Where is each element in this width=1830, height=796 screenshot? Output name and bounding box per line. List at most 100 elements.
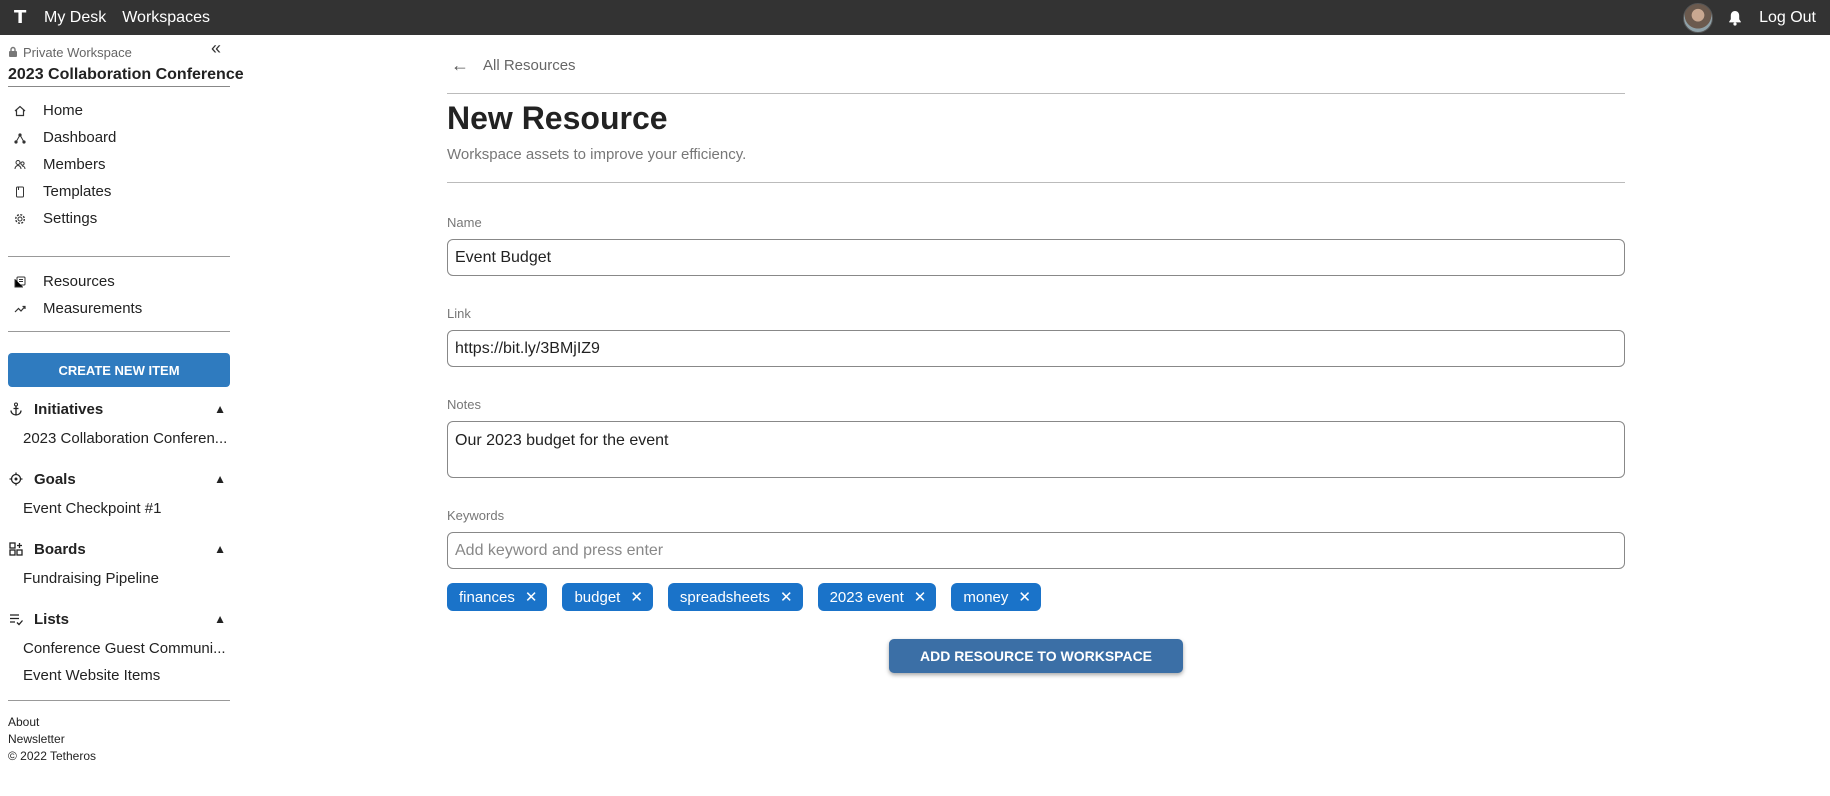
sidebar-item-label: Measurements (43, 300, 143, 317)
back-to-resources-link[interactable]: ← All Resources (447, 50, 1625, 80)
avatar[interactable] (1683, 2, 1714, 33)
link-field[interactable]: https://bit.ly/3BMjIZ9 (447, 330, 1625, 367)
chip-label: money (963, 588, 1009, 606)
sidebar-item-label: Settings (43, 210, 98, 227)
close-icon[interactable]: ✕ (914, 588, 927, 606)
keyword-chip: 2023 event ✕ (817, 583, 937, 611)
section-title: Initiatives (34, 400, 104, 418)
templates-icon (13, 185, 27, 199)
name-field[interactable]: Event Budget (447, 239, 1625, 276)
name-label: Name (447, 215, 482, 230)
sidebar-item-home[interactable]: Home (8, 97, 240, 124)
sidebar-divider (8, 331, 230, 332)
chevron-up-icon[interactable]: ▲ (214, 612, 226, 626)
keyword-chips: finances ✕ budget ✕ spreadsheets ✕ 2023 eve… (447, 583, 1625, 611)
top-right-controls: Log Out (1683, 2, 1816, 33)
create-new-item-button[interactable]: CREATE NEW ITEM (8, 353, 230, 387)
sidebar-nav-secondary: Resources Measurements (8, 268, 240, 322)
sidebar-footer: About Newsletter © 2022 Tetheros (8, 715, 240, 766)
top-navbar: T My Desk Workspaces Log Out (0, 0, 1830, 35)
newsletter-link[interactable]: Newsletter (8, 732, 240, 749)
members-icon (13, 158, 27, 172)
keyword-chip: finances ✕ (447, 583, 548, 611)
chip-label: 2023 event (829, 588, 904, 606)
anchor-icon (8, 401, 24, 417)
back-label: All Resources (483, 56, 576, 74)
chevron-up-icon[interactable]: ▲ (214, 472, 226, 486)
keyword-chip: spreadsheets ✕ (667, 583, 803, 611)
sidebar-item-label: Home (43, 102, 84, 119)
private-workspace-text: Private Workspace (23, 44, 132, 60)
lock-icon (8, 46, 18, 58)
measurements-icon (13, 302, 27, 316)
sidebar-item-resources[interactable]: Resources (8, 268, 240, 295)
sidebar-nav: Home Dashboard Members Templates Setting… (8, 97, 240, 232)
sidebar-divider (8, 700, 230, 701)
keyword-chip: budget ✕ (562, 583, 653, 611)
keywords-label: Keywords (447, 508, 505, 523)
chip-label: budget (574, 588, 621, 606)
chip-label: spreadsheets (679, 588, 770, 606)
dashboard-icon (13, 131, 27, 145)
header-divider (447, 93, 1625, 94)
sidebar-item-label: Members (43, 156, 106, 173)
arrow-left-icon: ← (451, 54, 469, 75)
sidebar-item-measurements[interactable]: Measurements (8, 295, 240, 322)
tetheros-logo[interactable]: T (14, 8, 30, 27)
list-item[interactable]: Conference Guest Communi... (8, 635, 230, 662)
top-nav: My Desk Workspaces (44, 9, 226, 27)
section-goals[interactable]: Goals ▲ (8, 466, 240, 492)
nav-workspaces[interactable]: Workspaces (122, 9, 210, 27)
close-icon[interactable]: ✕ (780, 588, 793, 606)
collapse-sidebar-icon[interactable]: « (211, 39, 227, 57)
section-title: Boards (34, 540, 86, 558)
sidebar-item-members[interactable]: Members (8, 151, 240, 178)
add-resource-button[interactable]: ADD RESOURCE TO WORKSPACE (889, 639, 1183, 673)
settings-icon (13, 212, 27, 226)
list-item[interactable]: Fundraising Pipeline (8, 565, 230, 592)
sidebar-item-templates[interactable]: Templates (8, 178, 240, 205)
keyword-chip: money ✕ (951, 583, 1041, 611)
main-content: ← All Resources New Resource Workspace a… (447, 35, 1625, 673)
keywords-input[interactable]: Add keyword and press enter (447, 532, 1625, 569)
workspace-title: 2023 Collaboration Conference (8, 66, 244, 87)
sidebar-item-dashboard[interactable]: Dashboard (8, 124, 240, 151)
notes-label: Notes (447, 397, 481, 412)
target-icon (8, 471, 24, 487)
chip-label: finances (459, 588, 515, 606)
nav-my-desk[interactable]: My Desk (44, 9, 106, 27)
chevron-up-icon[interactable]: ▲ (214, 402, 226, 416)
notes-field[interactable]: Our 2023 budget for the event (447, 421, 1625, 478)
notification-bell-icon[interactable] (1727, 9, 1743, 27)
private-workspace-label: Private Workspace (8, 44, 240, 60)
page-title: New Resource (447, 100, 668, 136)
section-lists[interactable]: Lists ▲ (8, 606, 240, 632)
page-subtitle: Workspace assets to improve your efficie… (447, 146, 747, 163)
sidebar-item-label: Resources (43, 273, 115, 290)
sidebar-item-label: Dashboard (43, 129, 117, 146)
chevron-up-icon[interactable]: ▲ (214, 542, 226, 556)
close-icon[interactable]: ✕ (1018, 588, 1031, 606)
section-initiatives[interactable]: Initiatives ▲ (8, 396, 240, 422)
about-link[interactable]: About (8, 715, 240, 732)
header-divider (447, 182, 1625, 183)
close-icon[interactable]: ✕ (525, 588, 538, 606)
sidebar: Private Workspace « 2023 Collaboration C… (0, 35, 244, 796)
sidebar-divider (8, 256, 230, 257)
boards-icon (8, 541, 24, 557)
link-label: Link (447, 306, 471, 321)
sidebar-item-label: Templates (43, 183, 112, 200)
sidebar-item-settings[interactable]: Settings (8, 205, 240, 232)
home-icon (13, 104, 27, 118)
checklist-icon (8, 611, 24, 627)
section-title: Lists (34, 610, 70, 628)
list-item[interactable]: 2023 Collaboration Conferen... (8, 425, 230, 452)
section-boards[interactable]: Boards ▲ (8, 536, 240, 562)
resources-icon (13, 275, 27, 289)
section-title: Goals (34, 470, 76, 488)
list-item[interactable]: Event Website Items (8, 662, 230, 689)
copyright: © 2022 Tetheros (8, 749, 97, 763)
close-icon[interactable]: ✕ (630, 588, 643, 606)
list-item[interactable]: Event Checkpoint #1 (8, 495, 230, 522)
logout-link[interactable]: Log Out (1759, 9, 1816, 27)
